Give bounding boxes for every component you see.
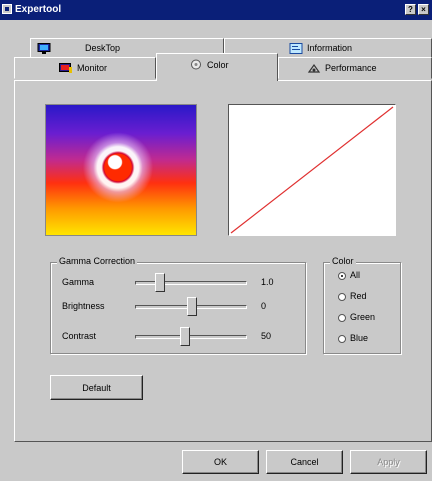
ok-button[interactable]: OK — [182, 450, 259, 474]
gamma-curve-line — [230, 106, 394, 234]
tab-performance-label: Performance — [325, 63, 377, 73]
color-wheel-icon — [189, 59, 203, 70]
tab-color[interactable]: Color — [156, 53, 278, 81]
window-title: Expertool — [15, 4, 62, 15]
tab-monitor[interactable]: Monitor — [14, 57, 156, 79]
radio-red-button[interactable] — [338, 293, 346, 301]
app-icon — [2, 4, 12, 14]
radio-green-button[interactable] — [338, 314, 346, 322]
tab-desktop-label: DeskTop — [85, 43, 121, 53]
tab-performance[interactable]: Performance — [278, 57, 432, 79]
monitor-adjust-icon — [59, 62, 73, 74]
radio-blue-button[interactable] — [338, 335, 346, 343]
apply-button[interactable]: Apply — [350, 450, 427, 474]
help-button[interactable]: ? — [405, 4, 416, 15]
performance-icon — [307, 63, 321, 74]
gamma-curve-preview — [228, 104, 396, 236]
contrast-value: 50 — [261, 331, 272, 341]
radio-all-button[interactable] — [338, 272, 346, 280]
gamma-correction-title: Gamma Correction — [57, 256, 138, 266]
brightness-value: 0 — [261, 301, 267, 311]
tab-information-label: Information — [307, 43, 353, 53]
close-button[interactable]: × — [418, 4, 429, 15]
gamma-value: 1.0 — [261, 277, 274, 287]
radio-green-label: Green — [350, 312, 376, 322]
contrast-label: Contrast — [62, 331, 97, 341]
expertool-window: Expertool ? × DeskTop Information Monito… — [0, 0, 432, 481]
brightness-slider-thumb[interactable] — [187, 297, 197, 316]
info-icon — [289, 42, 303, 54]
gamma-slider-track[interactable] — [135, 281, 247, 285]
cancel-button[interactable]: Cancel — [266, 450, 343, 474]
tab-monitor-label: Monitor — [77, 63, 108, 73]
tab-color-label: Color — [207, 59, 229, 70]
title-bar[interactable]: Expertool ? × — [0, 0, 432, 20]
radio-all-label: All — [350, 270, 361, 280]
color-channel-title: Color — [330, 256, 356, 266]
monitor-icon — [37, 42, 51, 54]
color-preview-image — [45, 104, 197, 236]
brightness-label: Brightness — [62, 301, 105, 311]
radio-red-label: Red — [350, 291, 367, 301]
gamma-slider-thumb[interactable] — [155, 273, 165, 292]
default-button[interactable]: Default — [50, 375, 143, 400]
gamma-label: Gamma — [62, 277, 95, 287]
contrast-slider-thumb[interactable] — [180, 327, 190, 346]
radio-blue-label: Blue — [350, 333, 369, 343]
contrast-slider-track[interactable] — [135, 335, 247, 339]
gamma-curve-svg — [230, 106, 394, 234]
